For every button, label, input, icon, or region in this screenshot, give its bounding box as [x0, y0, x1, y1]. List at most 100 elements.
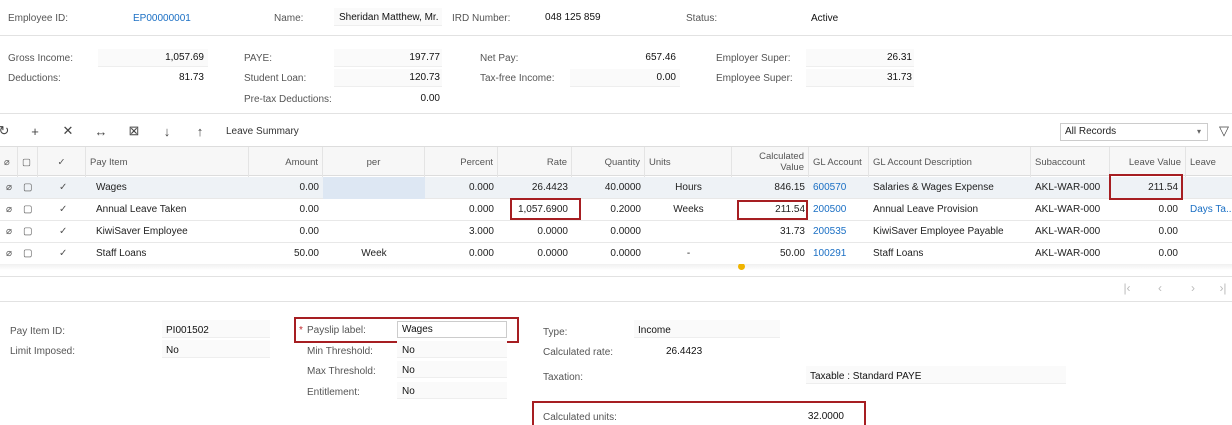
col-quantity[interactable]: Quantity — [572, 147, 645, 177]
cell-gl-account[interactable]: 200535 — [809, 221, 869, 243]
col-units[interactable]: Units — [645, 147, 732, 177]
col-leave[interactable]: Leave — [1186, 147, 1232, 177]
type-label: Type: — [543, 327, 568, 338]
cell-quantity: 0.2000 — [610, 204, 641, 215]
employer-super-value: 26.31 — [886, 52, 912, 63]
cell-percent: 0.000 — [468, 204, 494, 215]
records-filter-value: All Records — [1065, 126, 1117, 137]
last-page-icon[interactable]: ›| — [1214, 281, 1232, 297]
paperclip-icon[interactable]: ⌀ — [2, 199, 16, 221]
paperclip-icon[interactable]: ⌀ — [2, 221, 16, 243]
pay-item-id-label: Pay Item ID: — [10, 326, 66, 337]
table-row[interactable]: ⌀ ▢ ✓ Staff Loans 50.00 Week 0.000 0.0000 0.0000… — [0, 243, 1232, 265]
cell-gl-desc: KiwiSaver Employee Payable — [873, 226, 1004, 237]
employee-id-link[interactable]: EP00000001 — [133, 13, 191, 24]
arrow-down-icon[interactable]: ↓ — [159, 123, 175, 139]
next-page-icon[interactable]: › — [1184, 281, 1202, 297]
cell-gl-desc: Annual Leave Provision — [873, 204, 979, 215]
cell-amount: 0.00 — [299, 204, 319, 215]
cell-leave[interactable] — [1186, 221, 1232, 243]
cell-leave[interactable] — [1186, 177, 1232, 199]
add-row-icon[interactable]: + — [27, 123, 43, 139]
cell-leave-value: 0.00 — [1158, 248, 1178, 259]
cell-pay-item: KiwiSaver Employee — [96, 226, 188, 237]
entitlement-label: Entitlement: — [307, 387, 360, 398]
check-icon[interactable]: ✓ — [55, 243, 71, 265]
cell-calc-value: 31.73 — [779, 226, 805, 237]
cell-rate: 0.0000 — [537, 248, 568, 259]
type-value: Income — [638, 325, 671, 336]
taxfree-value: 0.00 — [656, 72, 676, 83]
cell-units — [645, 221, 732, 243]
first-page-icon[interactable]: |‹ — [1118, 281, 1136, 297]
records-filter-select[interactable]: All Records ▾ — [1060, 123, 1208, 141]
table-row[interactable]: ⌀ ▢ ✓ KiwiSaver Employee 0.00 3.000 0.0000 0.00… — [0, 221, 1232, 243]
net-pay-value: 657.46 — [645, 52, 676, 63]
limit-imposed-label: Limit Imposed: — [10, 346, 76, 357]
col-pay-item[interactable]: Pay Item — [86, 147, 249, 177]
cell-subaccount: AKL-WAR-000 — [1035, 204, 1101, 215]
status-label: Status: — [686, 13, 718, 24]
cell-quantity: 0.0000 — [610, 226, 641, 237]
cell-gl-account[interactable]: 100291 — [809, 243, 869, 265]
table-row[interactable]: ⌀ ▢ ✓ Wages 0.00 0.000 26.4423 40.0000 Hours 846.… — [0, 177, 1232, 199]
check-icon[interactable]: ✓ — [55, 177, 71, 199]
cell-pay-item: Wages — [96, 182, 127, 193]
check-icon[interactable]: ✓ — [55, 199, 71, 221]
paperclip-icon[interactable]: ⌀ — [2, 177, 16, 199]
note-icon[interactable]: ▢ — [19, 221, 36, 243]
entitlement-value: No — [402, 386, 415, 397]
calculated-units-value: 32.0000 — [807, 411, 844, 422]
cell-gl-desc: Staff Loans — [873, 248, 924, 259]
attach-col-header: ⌀ — [0, 147, 18, 177]
export-excel-icon[interactable]: ⊠ — [126, 123, 142, 139]
ird-value: 048 125 859 — [545, 12, 601, 23]
cell-leave[interactable] — [1186, 243, 1232, 265]
student-loan-value: 120.73 — [409, 72, 440, 83]
cell-leave[interactable]: Days Ta... — [1186, 199, 1232, 221]
table-row[interactable]: ⌀ ▢ ✓ Annual Leave Taken 0.00 0.000 1,057.6900… — [0, 199, 1232, 221]
fit-columns-icon[interactable]: ↔ — [93, 123, 109, 139]
col-gl-account-description[interactable]: GL Account Description — [869, 147, 1031, 177]
check-icon[interactable]: ✓ — [55, 221, 71, 243]
cell-gl-account[interactable]: 200500 — [809, 199, 869, 221]
cell-leave-value: 0.00 — [1158, 204, 1178, 215]
col-leave-value[interactable]: Leave Value — [1110, 147, 1186, 177]
cell-percent: 3.000 — [468, 226, 494, 237]
leave-summary-button[interactable]: Leave Summary — [226, 126, 299, 137]
employee-super-value: 31.73 — [886, 72, 912, 83]
note-icon[interactable]: ▢ — [19, 199, 36, 221]
cell-amount: 0.00 — [299, 182, 319, 193]
deductions-value: 81.73 — [178, 72, 204, 83]
calculated-rate-label: Calculated rate: — [543, 347, 614, 358]
cell-percent: 0.000 — [468, 248, 494, 259]
max-threshold-value: No — [402, 365, 415, 376]
col-calculated-value[interactable]: Calculated Value — [732, 147, 809, 177]
check-icon: ✓ — [57, 156, 66, 168]
cell-calc-value: 846.15 — [774, 182, 805, 193]
cell-gl-account[interactable]: 600570 — [809, 177, 869, 199]
arrow-up-icon[interactable]: ↑ — [192, 123, 208, 139]
note-icon[interactable]: ▢ — [19, 243, 36, 265]
cell-units: Weeks — [673, 204, 704, 215]
refresh-icon[interactable]: ↻ — [0, 123, 12, 139]
min-threshold-value: No — [402, 345, 415, 356]
prev-page-icon[interactable]: ‹ — [1151, 281, 1169, 297]
col-amount[interactable]: Amount — [249, 147, 323, 177]
cell-subaccount: AKL-WAR-000 — [1035, 226, 1101, 237]
col-gl-account[interactable]: GL Account — [809, 147, 869, 177]
cell-per — [323, 177, 425, 199]
taxation-value: Taxable : Standard PAYE — [810, 371, 922, 382]
min-threshold-label: Min Threshold: — [307, 346, 373, 357]
delete-row-icon[interactable]: ✕ — [60, 123, 76, 139]
student-loan-label: Student Loan: — [244, 73, 307, 84]
col-rate[interactable]: Rate — [498, 147, 572, 177]
col-percent[interactable]: Percent — [425, 147, 498, 177]
filter-icon[interactable]: ▽ — [1216, 123, 1232, 139]
note-col-header: ▢ — [18, 147, 38, 177]
paperclip-icon[interactable]: ⌀ — [2, 243, 16, 265]
note-icon[interactable]: ▢ — [19, 177, 36, 199]
col-subaccount[interactable]: Subaccount — [1031, 147, 1110, 177]
col-per[interactable]: per — [323, 147, 425, 177]
pretax-label: Pre-tax Deductions: — [244, 94, 332, 105]
